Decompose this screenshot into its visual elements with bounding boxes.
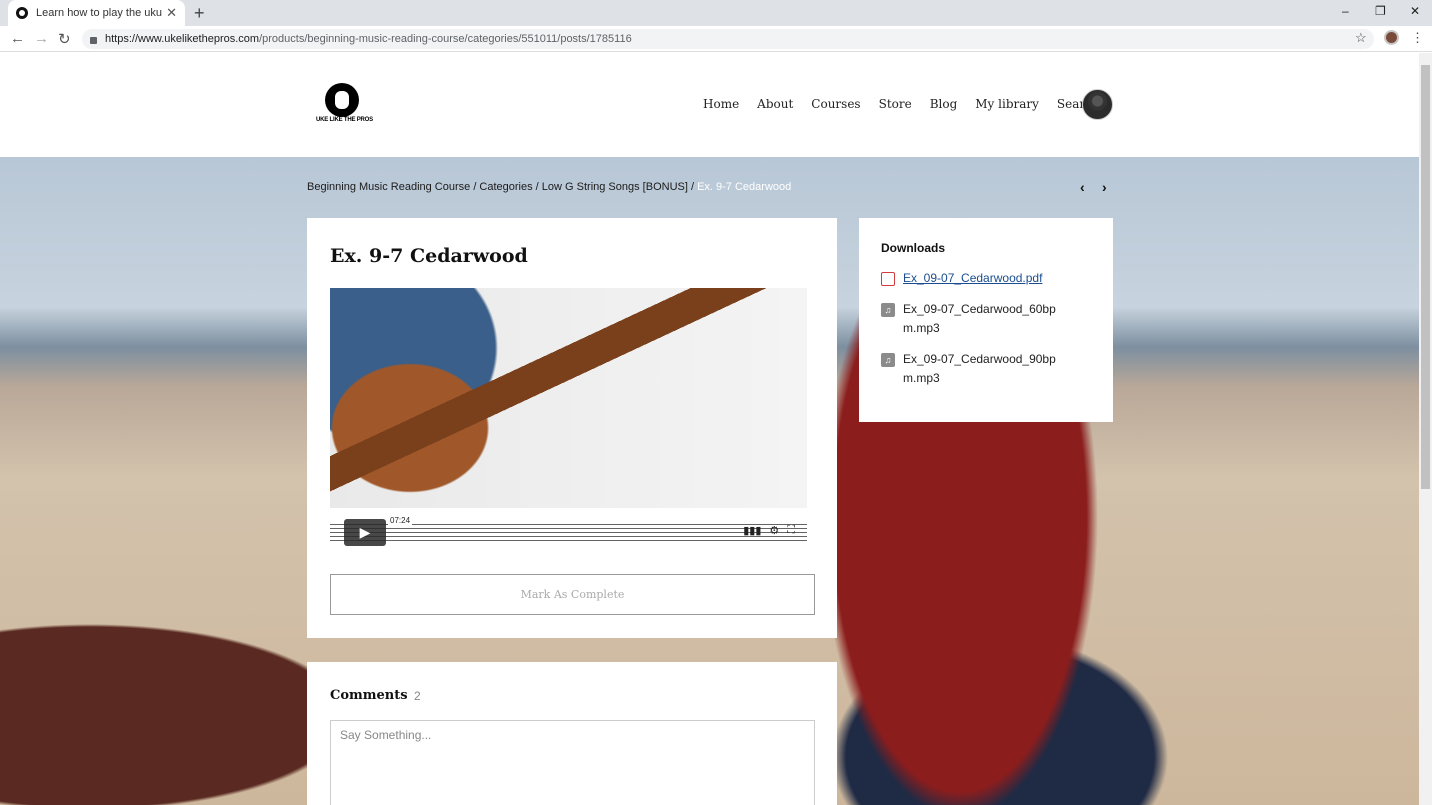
settings-gear-icon[interactable]: ⚙ (769, 524, 779, 537)
nav-store[interactable]: Store (879, 97, 912, 111)
comment-input[interactable]: Say Something... (330, 720, 815, 805)
tab-close-icon[interactable]: ✕ (166, 5, 177, 21)
nav-home[interactable]: Home (703, 97, 739, 111)
fullscreen-icon[interactable]: ⛶ (787, 524, 795, 537)
lesson-card: Ex. 9-7 Cedarwood ▶ 07:24 ▮▮▮ ⚙ ⛶ Mark A… (307, 218, 837, 638)
volume-icon[interactable]: ▮▮▮ (743, 524, 761, 537)
url-host: https://www.ukelikethepros.com (105, 33, 260, 45)
browser-tab[interactable]: Learn how to play the ukulele wi ✕ (8, 0, 185, 26)
bookmark-star-icon[interactable]: ☆ (1355, 30, 1367, 46)
play-button[interactable]: ▶ (344, 519, 386, 546)
video-controls: ▶ 07:24 ▮▮▮ ⚙ ⛶ (330, 516, 807, 548)
browser-tab-strip: Learn how to play the ukulele wi ✕ + – ❐… (0, 0, 1432, 26)
page: UKE LIKE THE PROS Home About Courses Sto… (0, 53, 1419, 805)
music-staff-progress[interactable] (330, 524, 807, 544)
reload-icon[interactable]: ↻ (58, 30, 71, 48)
download-item[interactable]: ♫ Ex_09-07_Cedarwood_90bpm.mp3 (881, 350, 1061, 388)
mark-complete-button[interactable]: Mark As Complete (330, 574, 815, 615)
downloads-heading: Downloads (881, 241, 946, 255)
back-icon[interactable]: ← (10, 30, 25, 47)
url-path: /products/beginning-music-reading-course… (259, 33, 632, 45)
lock-icon (90, 36, 97, 44)
next-lesson-icon[interactable]: › (1102, 179, 1107, 195)
user-avatar[interactable] (1082, 89, 1113, 120)
nav-courses[interactable]: Courses (811, 97, 860, 111)
previous-lesson-icon[interactable]: ‹ (1080, 179, 1085, 195)
site-logo[interactable]: UKE LIKE THE PROS (316, 83, 373, 127)
logo-text: UKE LIKE THE PROS (316, 117, 373, 123)
browser-toolbar: ← → ↻ https://www.ukelikethepros.com/pro… (0, 26, 1432, 52)
download-item[interactable]: Ex_09-07_Cedarwood.pdf (881, 269, 1091, 288)
favicon-icon (16, 7, 28, 19)
comments-title: Comments (330, 688, 408, 703)
lesson-title: Ex. 9-7 Cedarwood (330, 245, 528, 267)
video-control-icons: ▮▮▮ ⚙ ⛶ (743, 524, 795, 537)
breadcrumb-current: Ex. 9-7 Cedarwood (697, 181, 792, 193)
page-scrollbar[interactable] (1419, 53, 1432, 805)
site-header: UKE LIKE THE PROS Home About Courses Sto… (0, 53, 1419, 157)
download-link-pdf[interactable]: Ex_09-07_Cedarwood.pdf (903, 269, 1042, 288)
address-bar[interactable]: https://www.ukelikethepros.com/products/… (82, 29, 1374, 49)
main-nav: Home About Courses Store Blog My library… (703, 97, 1100, 111)
comments-card: Comments 2 Say Something... (307, 662, 837, 805)
download-link-mp3-60[interactable]: Ex_09-07_Cedarwood_60bpm.mp3 (903, 300, 1061, 338)
logo-ukulele-icon (325, 83, 359, 117)
minimize-icon[interactable]: – (1342, 4, 1349, 18)
play-icon: ▶ (359, 524, 371, 540)
profile-avatar-icon[interactable] (1384, 30, 1399, 45)
breadcrumb-path[interactable]: Beginning Music Reading Course / Categor… (307, 181, 697, 193)
video-thumbnail[interactable] (330, 288, 807, 508)
forward-icon[interactable]: → (34, 30, 49, 47)
restore-icon[interactable]: ❐ (1375, 4, 1386, 18)
hero-background: Beginning Music Reading Course / Categor… (0, 157, 1419, 805)
nav-about[interactable]: About (757, 97, 793, 111)
browser-menu-icon[interactable]: ⋮ (1411, 30, 1424, 46)
audio-icon: ♫ (881, 303, 895, 317)
video-time: 07:24 (388, 516, 413, 525)
pdf-icon (881, 272, 895, 286)
scrollbar-thumb[interactable] (1421, 65, 1430, 489)
video-player[interactable]: ▶ 07:24 ▮▮▮ ⚙ ⛶ (330, 288, 807, 552)
comments-count: 2 (414, 689, 421, 703)
nav-blog[interactable]: Blog (930, 97, 958, 111)
window-close-icon[interactable]: ✕ (1410, 4, 1420, 18)
download-link-mp3-90[interactable]: Ex_09-07_Cedarwood_90bpm.mp3 (903, 350, 1061, 388)
nav-my-library[interactable]: My library (975, 97, 1039, 111)
downloads-panel: Downloads Ex_09-07_Cedarwood.pdf ♫ Ex_09… (859, 218, 1113, 422)
download-item[interactable]: ♫ Ex_09-07_Cedarwood_60bpm.mp3 (881, 300, 1061, 338)
tab-title: Learn how to play the ukulele wi (36, 7, 162, 19)
new-tab-icon[interactable]: + (194, 3, 205, 24)
audio-icon: ♫ (881, 353, 895, 367)
breadcrumb: Beginning Music Reading Course / Categor… (307, 181, 791, 193)
